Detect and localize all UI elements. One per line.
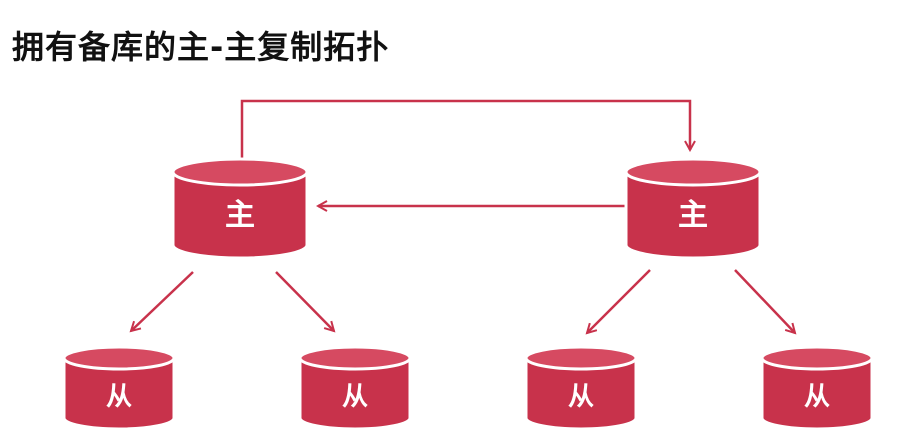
slave-3-label: 从	[568, 382, 594, 412]
slave-3-db-icon: 从	[524, 345, 638, 431]
master-right-db-icon: 主	[624, 157, 762, 260]
slave-1-db-icon: 从	[62, 345, 176, 431]
slave-2-label: 从	[342, 382, 368, 412]
arrow-master-left-to-slave-1	[131, 271, 194, 331]
slave-4-db-icon: 从	[760, 345, 874, 431]
master-left-label: 主	[225, 198, 255, 233]
slave-1-label: 从	[106, 382, 132, 412]
arrow-master-left-to-slave-2	[275, 271, 334, 331]
master-left-db-icon: 主	[171, 157, 309, 260]
arrow-master-right-to-slave-3	[587, 269, 651, 333]
slave-4-label: 从	[804, 382, 830, 412]
arrow-master-left-to-master-right	[240, 99, 690, 158]
master-right-label: 主	[678, 198, 708, 233]
topology-diagram: 主 主 从 从 从 从	[62, 99, 874, 431]
slave-2-db-icon: 从	[298, 345, 412, 431]
arrow-master-right-to-slave-4	[734, 269, 795, 333]
